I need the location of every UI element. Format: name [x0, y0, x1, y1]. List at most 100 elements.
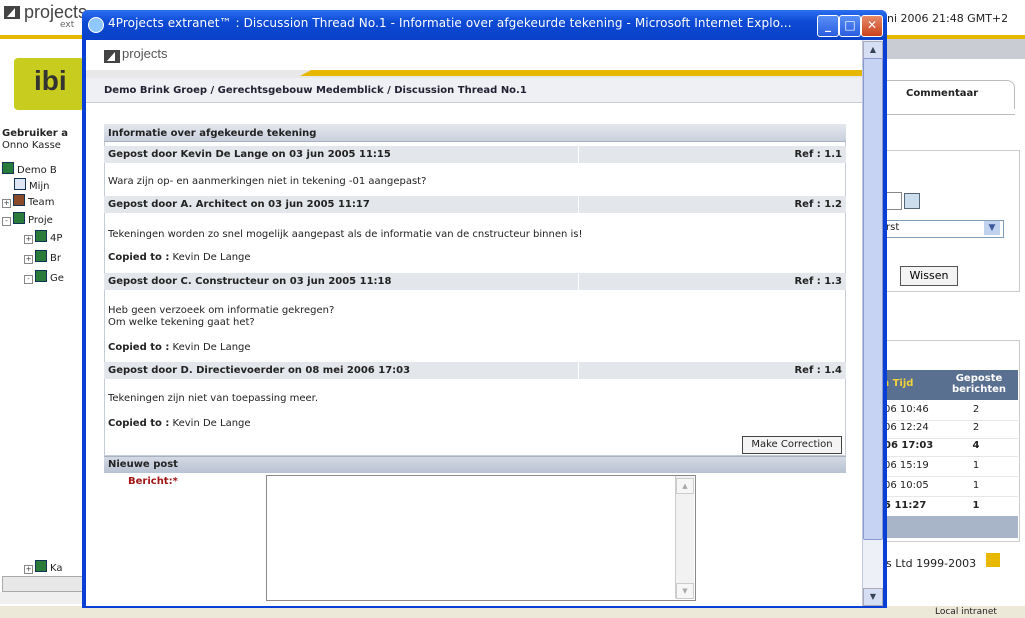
make-correction-button[interactable]: Make Correction — [742, 436, 842, 454]
post-body: Heb geen verzoeek om informatie gekregen… — [108, 305, 335, 328]
post-author: Gepost door A. Architect on 03 jun 2005 … — [108, 199, 370, 210]
background-logo-sub: ext — [60, 20, 75, 30]
tree-item-label: Br — [50, 253, 61, 264]
background-logo-text: projects — [24, 2, 88, 22]
tree-item[interactable]: Demo B — [2, 162, 57, 176]
tree-item-label: Team — [28, 197, 55, 208]
post-ref: Ref : 1.4 — [794, 365, 842, 376]
table-row[interactable]: 06 10:05 1 — [880, 476, 1018, 497]
calendar-icon[interactable] — [904, 193, 920, 209]
folder-icon — [35, 250, 47, 262]
scroll-up-icon[interactable]: ▲ — [863, 41, 883, 59]
scroll-up-icon[interactable]: ▲ — [676, 478, 694, 494]
post-author: Gepost door C. Constructeur on 03 jun 20… — [108, 276, 392, 287]
popup-header-stripe — [300, 70, 862, 76]
column-header-geposte[interactable]: Geposte berichten — [942, 373, 1016, 395]
chevron-down-icon[interactable]: ▼ — [984, 221, 1000, 235]
status-zone: Local intranet — [935, 607, 997, 617]
collapse-icon[interactable]: - — [24, 275, 33, 284]
team-icon — [13, 194, 25, 206]
table-row[interactable]: 5 11:27 1 — [880, 496, 1018, 517]
scroll-thumb[interactable] — [863, 58, 883, 540]
row-count: 1 — [972, 480, 980, 491]
post-header: Gepost door Kevin De Lange on 03 jun 200… — [104, 146, 846, 163]
tree-item[interactable]: - Proje — [2, 212, 53, 226]
user-name: Onno Kasse — [2, 140, 61, 151]
row-count: 2 — [972, 422, 980, 433]
maximize-button[interactable]: □ — [839, 15, 861, 37]
copied-to-value: Kevin De Lange — [172, 418, 251, 429]
post-ref: Ref : 1.3 — [794, 276, 842, 287]
post-header: Gepost door A. Architect on 03 jun 2005 … — [104, 196, 846, 213]
minimize-button[interactable]: _ — [817, 15, 839, 37]
textarea-scrollbar[interactable] — [675, 476, 694, 598]
post-header: Gepost door D. Directievoerder on 08 mei… — [104, 362, 846, 379]
user-label: Gebruiker a — [2, 128, 68, 139]
popup-logo-text: projects — [122, 46, 168, 61]
breadcrumb: Demo Brink Groep / Gerechtsgebouw Medemb… — [104, 85, 527, 96]
discussion-thread — [104, 124, 846, 456]
folder-icon — [13, 212, 25, 224]
post-ref: Ref : 1.2 — [794, 199, 842, 210]
tree-item-label: Ge — [50, 273, 64, 284]
collapse-icon[interactable]: - — [2, 217, 11, 226]
expand-icon[interactable]: + — [24, 235, 33, 244]
tree-item[interactable]: - Ge — [24, 270, 64, 284]
row-count: 4 — [972, 440, 980, 451]
sort-select-value: rst — [886, 222, 900, 233]
tree-item-label: Proje — [28, 215, 53, 226]
copied-to: Copied to : Kevin De Lange — [108, 418, 251, 429]
4projects-logo-icon — [986, 553, 1000, 567]
tree-item[interactable]: + Team — [2, 194, 54, 208]
ibi-logo-text: ibi — [34, 65, 67, 96]
copied-to-label: Copied to : — [108, 252, 170, 263]
new-post-title: Nieuwe post — [108, 459, 178, 470]
row-time: 5 11:27 — [884, 500, 927, 511]
internet-explorer-icon[interactable] — [88, 17, 104, 33]
row-time: 06 15:19 — [884, 460, 929, 471]
post-header-divider — [578, 146, 579, 163]
copied-to-label: Copied to : — [108, 418, 170, 429]
post-author: Gepost door Kevin De Lange on 03 jun 200… — [108, 149, 391, 160]
post-author: Gepost door D. Directievoerder on 08 mei… — [108, 365, 411, 376]
bericht-label: Bericht:* — [128, 476, 178, 487]
copied-to-value: Kevin De Lange — [172, 342, 251, 353]
new-post-bar — [104, 456, 846, 473]
scroll-down-icon[interactable]: ▼ — [863, 588, 883, 606]
table-row[interactable]: 06 17:03 4 — [880, 436, 1018, 457]
expand-icon[interactable]: + — [24, 255, 33, 264]
tree-item-label: Ka — [50, 563, 63, 574]
project-tree: Demo B Mijn + Team - Proje +4P + Br - Ge + Ka — [2, 160, 82, 580]
copied-to: Copied to : Kevin De Lange — [108, 342, 251, 353]
wissen-button[interactable]: Wissen — [900, 266, 958, 286]
expand-icon[interactable]: + — [2, 199, 11, 208]
page-icon — [14, 178, 26, 190]
tree-item-label: Mijn — [29, 181, 50, 192]
post-header: Gepost door C. Constructeur on 03 jun 20… — [104, 273, 846, 290]
post-header-divider — [578, 196, 579, 213]
tree-item[interactable]: + Ka — [24, 560, 63, 574]
close-button[interactable]: ✕ — [861, 15, 883, 37]
copied-to-label: Copied to : — [108, 342, 170, 353]
tree-item[interactable]: Mijn — [14, 178, 50, 192]
post-body: Tekeningen worden zo snel mogelijk aange… — [108, 229, 583, 240]
thread-title: Informatie over afgekeurde tekening — [108, 128, 317, 139]
scroll-down-icon[interactable]: ▼ — [676, 583, 694, 599]
popup-title: 4Projects extranet™ : Discussion Thread … — [108, 16, 792, 30]
row-time: 06 17:03 — [884, 440, 934, 451]
post-header-divider — [578, 362, 579, 379]
bericht-textarea[interactable] — [266, 475, 696, 601]
copied-to-value: Kevin De Lange — [172, 252, 251, 263]
tree-item-label: 4P — [50, 233, 63, 244]
tree-item[interactable]: + Br — [24, 250, 61, 264]
tree-item[interactable]: +4P — [24, 230, 62, 244]
copied-to: Copied to : Kevin De Lange — [108, 252, 251, 263]
tab-commentaar-label: Commentaar — [906, 88, 979, 99]
table-row[interactable]: 06 15:19 1 — [880, 456, 1018, 477]
threads-table-footer — [880, 516, 1018, 538]
tree-horizontal-scrollbar[interactable] — [2, 576, 86, 592]
expand-icon[interactable]: + — [24, 565, 33, 574]
folder-icon — [2, 162, 14, 174]
row-count: 1 — [972, 500, 980, 511]
folder-icon — [35, 230, 47, 242]
